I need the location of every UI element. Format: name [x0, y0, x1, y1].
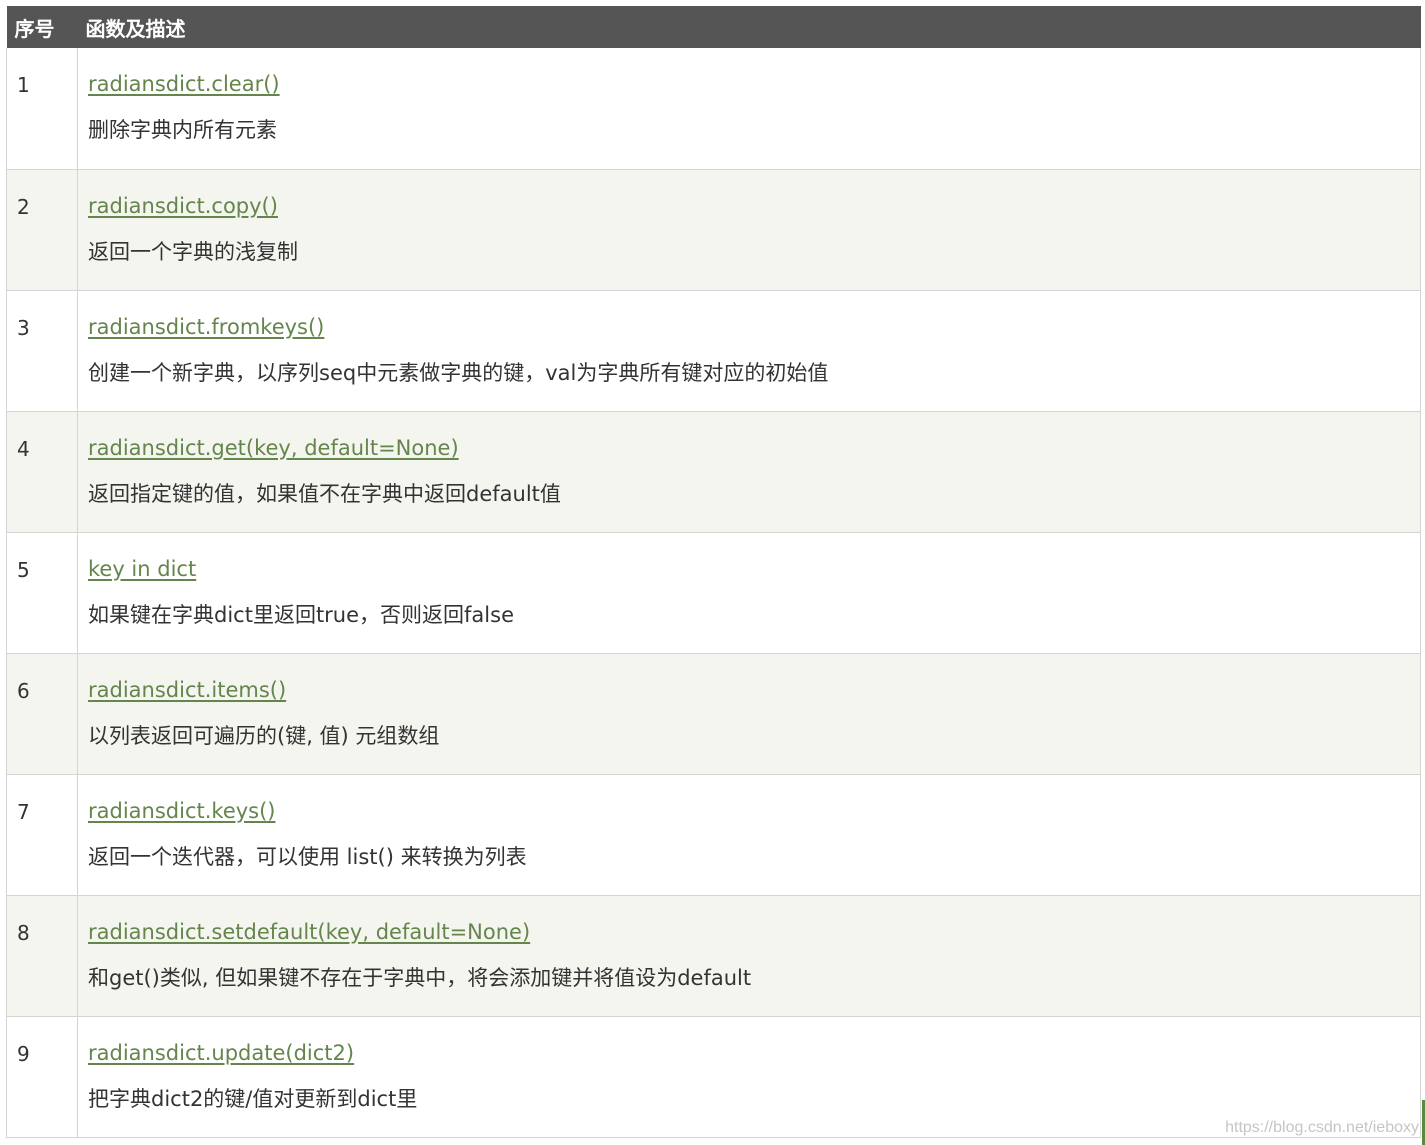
row-content: radiansdict.fromkeys() 创建一个新字典，以序列seq中元素…: [77, 290, 1421, 412]
row-index: 9: [6, 1016, 78, 1138]
function-link[interactable]: radiansdict.update(dict2): [88, 1038, 354, 1068]
table-row: 1 radiansdict.clear() 删除字典内所有元素: [6, 48, 1421, 170]
table-row: 6 radiansdict.items() 以列表返回可遍历的(键, 值) 元组…: [6, 653, 1421, 775]
row-content: radiansdict.update(dict2) 把字典dict2的键/值对更…: [77, 1016, 1421, 1138]
row-content: radiansdict.items() 以列表返回可遍历的(键, 值) 元组数组: [77, 653, 1421, 775]
function-description: 返回一个字典的浅复制: [88, 239, 298, 264]
row-index: 4: [6, 411, 78, 533]
function-description: 返回一个迭代器，可以使用 list() 来转换为列表: [88, 844, 527, 869]
function-link[interactable]: radiansdict.fromkeys(): [88, 312, 324, 342]
row-index: 7: [6, 774, 78, 896]
row-index: 5: [6, 532, 78, 654]
function-description: 删除字典内所有元素: [88, 118, 277, 142]
table-row: 2 radiansdict.copy() 返回一个字典的浅复制: [6, 169, 1421, 291]
function-description: 把字典dict2的键/值对更新到dict里: [88, 1086, 418, 1111]
function-description: 如果键在字典dict里返回true，否则返回false: [88, 602, 514, 627]
table-row: 4 radiansdict.get(key, default=None) 返回指…: [6, 411, 1421, 533]
row-index: 3: [6, 290, 78, 412]
function-description: 以列表返回可遍历的(键, 值) 元组数组: [88, 723, 440, 748]
row-index: 1: [6, 48, 78, 170]
function-description: 创建一个新字典，以序列seq中元素做字典的键，val为字典所有键对应的初始值: [88, 360, 829, 385]
function-link[interactable]: radiansdict.keys(): [88, 796, 276, 826]
row-content: radiansdict.get(key, default=None) 返回指定键…: [77, 411, 1421, 533]
table-header-row: 序号 函数及描述: [6, 6, 1421, 48]
function-link[interactable]: radiansdict.clear(): [88, 69, 280, 99]
function-link[interactable]: radiansdict.copy(): [88, 191, 278, 221]
header-index: 序号: [6, 6, 78, 48]
row-content: radiansdict.setdefault(key, default=None…: [77, 895, 1421, 1017]
row-index: 6: [6, 653, 78, 775]
function-description: 和get()类似, 但如果键不存在于字典中，将会添加键并将值设为default: [88, 965, 752, 990]
row-content: radiansdict.keys() 返回一个迭代器，可以使用 list() 来…: [77, 774, 1421, 896]
function-link[interactable]: radiansdict.setdefault(key, default=None…: [88, 917, 530, 947]
table-row: 7 radiansdict.keys() 返回一个迭代器，可以使用 list()…: [6, 774, 1421, 896]
function-link[interactable]: radiansdict.get(key, default=None): [88, 433, 459, 463]
row-index: 2: [6, 169, 78, 291]
function-link[interactable]: radiansdict.items(): [88, 675, 286, 705]
row-content: key in dict 如果键在字典dict里返回true，否则返回false: [77, 532, 1421, 654]
header-function-description: 函数及描述: [77, 6, 1421, 48]
table-row: 3 radiansdict.fromkeys() 创建一个新字典，以序列seq中…: [6, 290, 1421, 412]
table-row: 5 key in dict 如果键在字典dict里返回true，否则返回fals…: [6, 532, 1421, 654]
page: 序号 函数及描述 1 radiansdict.clear() 删除字典内所有元素…: [0, 0, 1425, 1145]
row-content: radiansdict.copy() 返回一个字典的浅复制: [77, 169, 1421, 291]
function-description: 返回指定键的值，如果值不在字典中返回default值: [88, 481, 561, 506]
row-index: 8: [6, 895, 78, 1017]
row-content: radiansdict.clear() 删除字典内所有元素: [77, 48, 1421, 170]
watermark: https://blog.csdn.net/ieboxy: [1225, 1119, 1419, 1136]
function-link[interactable]: key in dict: [88, 554, 196, 584]
table-row: 9 radiansdict.update(dict2) 把字典dict2的键/值…: [6, 1016, 1421, 1138]
dict-methods-table: 序号 函数及描述 1 radiansdict.clear() 删除字典内所有元素…: [6, 6, 1421, 1138]
table-row: 8 radiansdict.setdefault(key, default=No…: [6, 895, 1421, 1017]
